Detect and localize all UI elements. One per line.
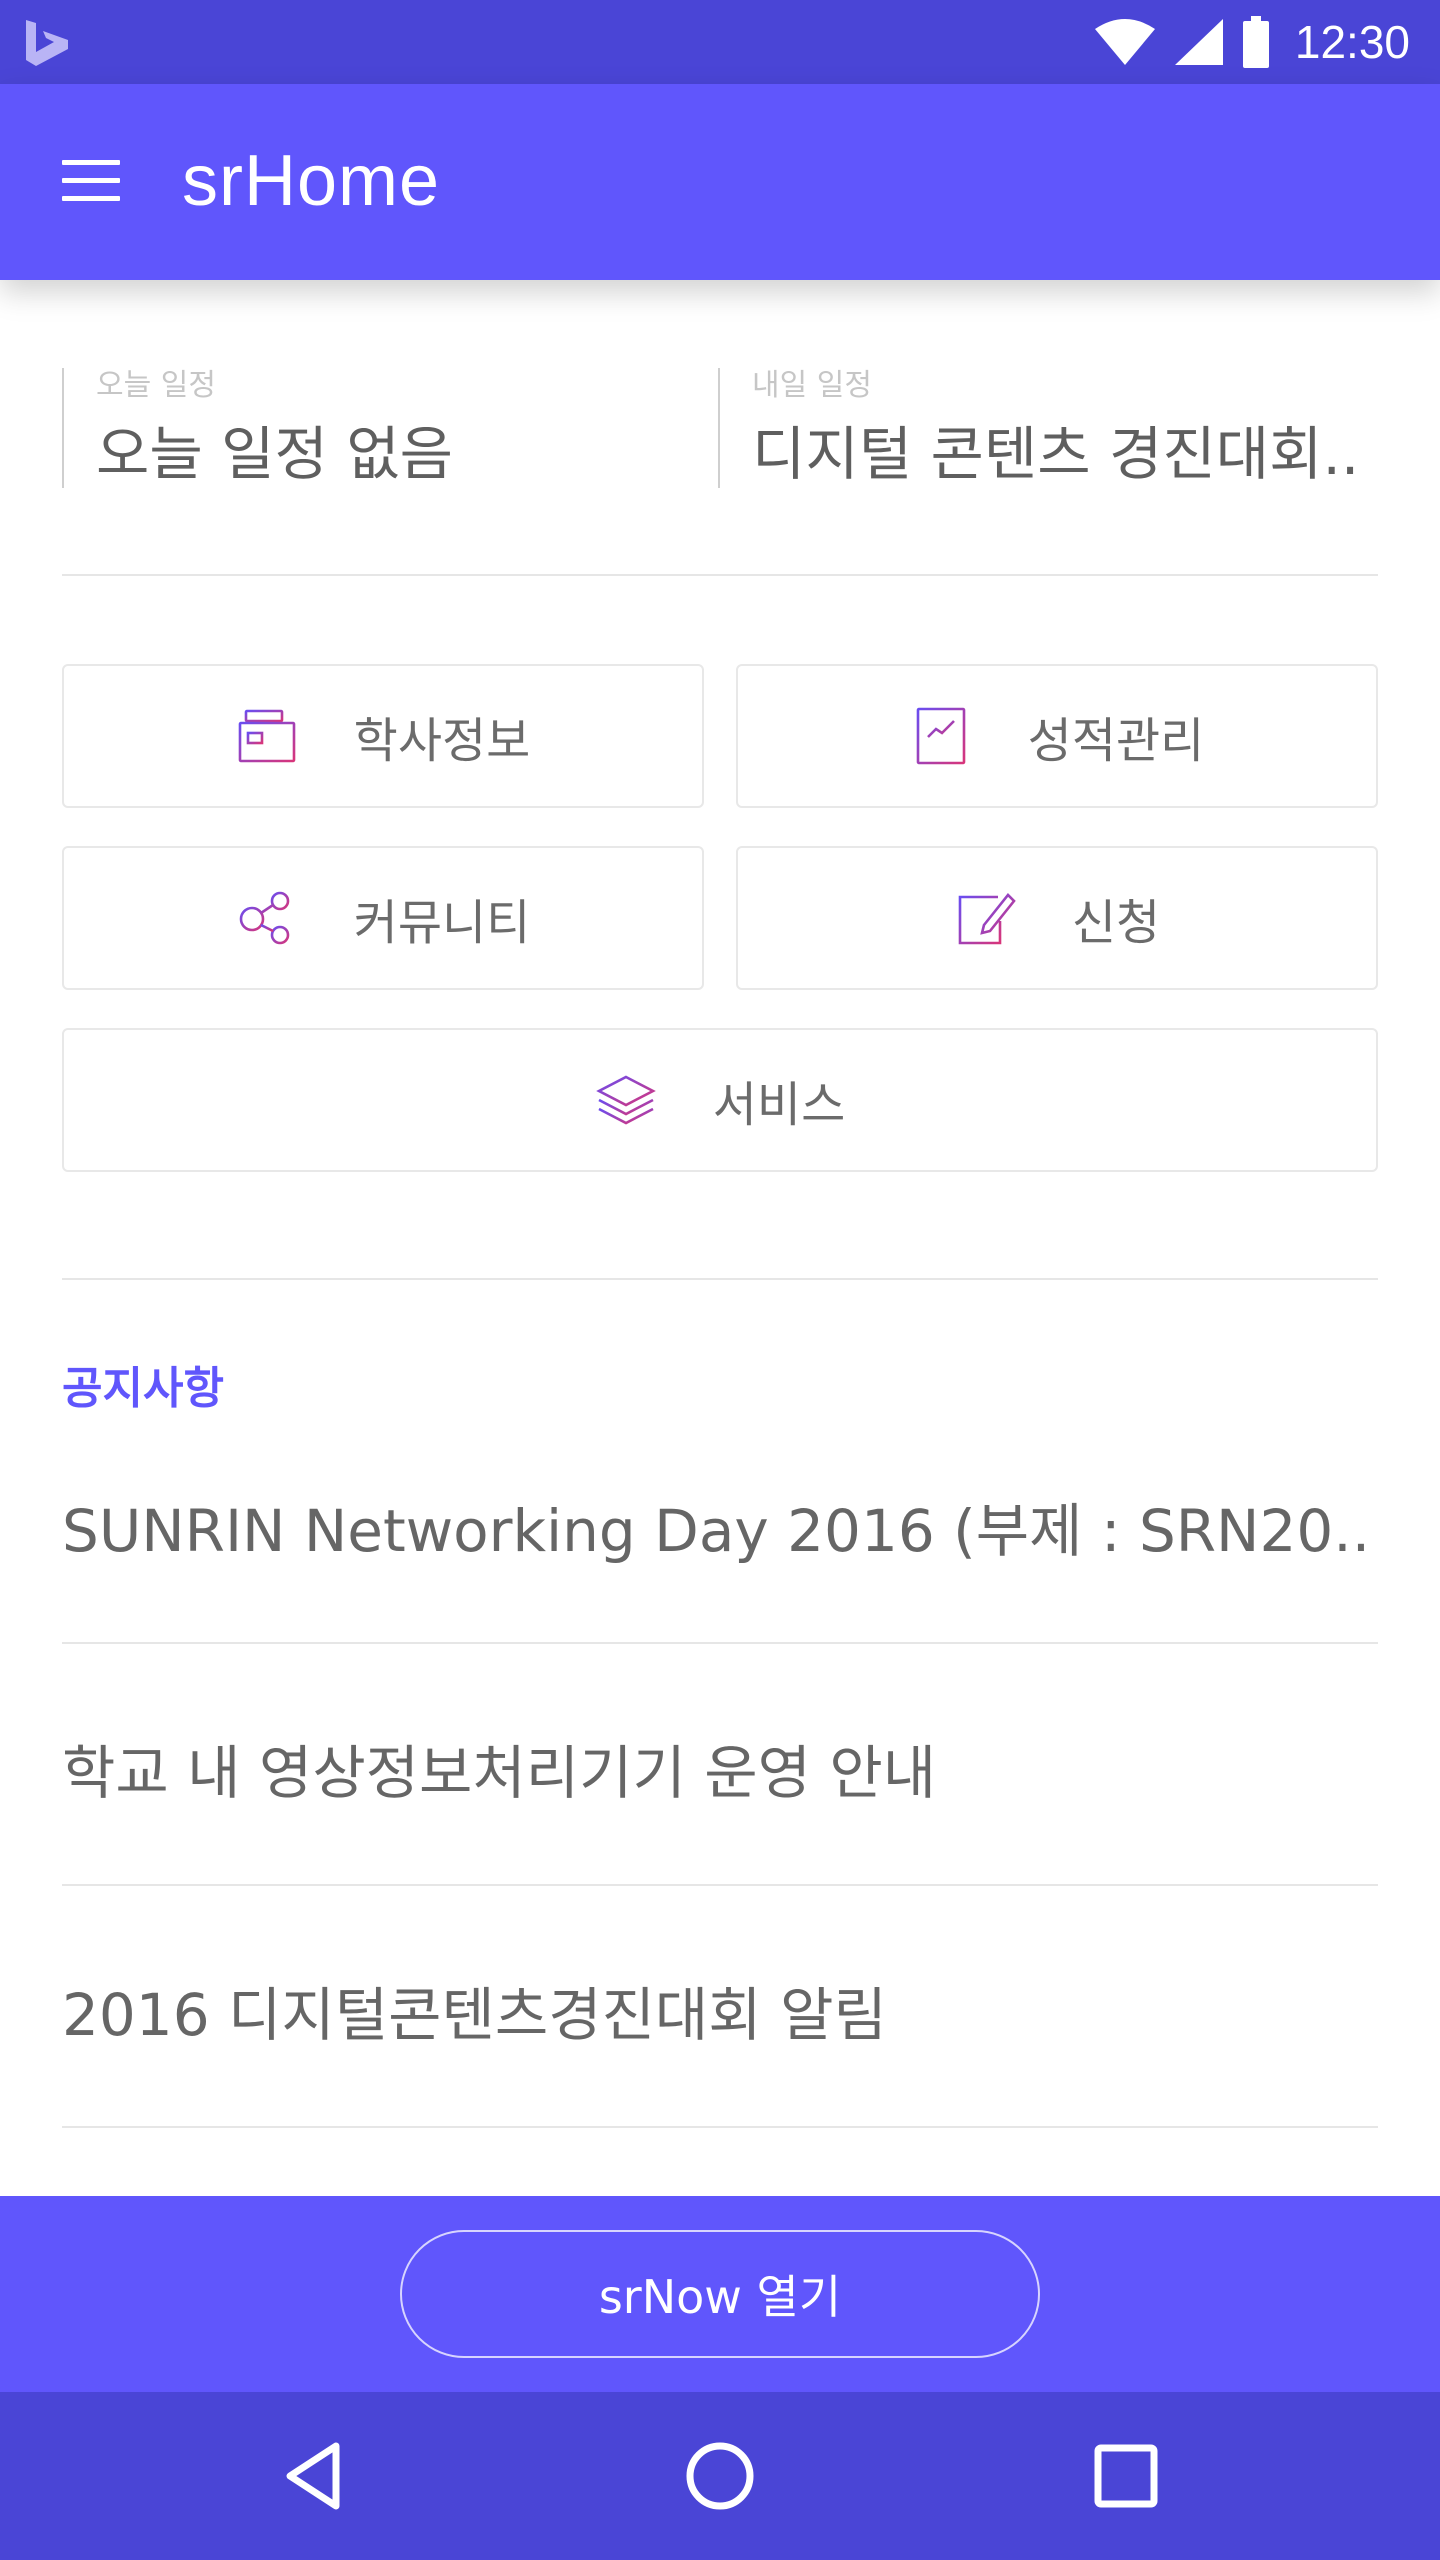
back-icon[interactable] bbox=[270, 2430, 362, 2522]
layers-icon bbox=[595, 1075, 656, 1125]
battery-icon bbox=[1242, 16, 1269, 68]
schedule-summary: 오늘 일정 오늘 일정 없음 내일 일정 디지털 콘텐츠 경진대회.. bbox=[62, 364, 1378, 488]
service-button[interactable]: 서비스 bbox=[62, 1028, 1378, 1172]
status-time: 12:30 bbox=[1294, 16, 1410, 68]
academic-info-button[interactable]: 학사정보 bbox=[62, 664, 704, 808]
divider bbox=[62, 1278, 1378, 1280]
notice-item[interactable]: 학교 내 영상정보처리기기 운영 안내 bbox=[62, 1646, 1378, 1886]
cellular-signal-icon bbox=[1174, 19, 1223, 65]
divider bbox=[62, 574, 1378, 576]
open-srnow-button[interactable]: srNow 열기 bbox=[400, 2230, 1040, 2358]
grades-button[interactable]: 성적관리 bbox=[736, 664, 1378, 808]
today-schedule-value: 오늘 일정 없음 bbox=[96, 420, 454, 488]
service-label: 서비스 bbox=[712, 1077, 846, 1133]
academic-info-label: 학사정보 bbox=[353, 713, 531, 769]
academic-info-icon bbox=[238, 709, 295, 763]
bing-icon bbox=[26, 20, 68, 66]
community-icon bbox=[239, 891, 289, 945]
app-title: srHome bbox=[182, 141, 441, 221]
today-schedule[interactable]: 오늘 일정 오늘 일정 없음 bbox=[62, 368, 716, 488]
bottom-action-bar: srNow 열기 bbox=[0, 2196, 1440, 2392]
notice-item[interactable]: SUNRIN Networking Day 2016 (부제 : SRN20.. bbox=[62, 1404, 1378, 1644]
application-edit-icon bbox=[958, 893, 1016, 945]
tomorrow-schedule-label: 내일 일정 bbox=[752, 368, 872, 403]
recents-icon[interactable] bbox=[1080, 2430, 1172, 2522]
home-icon[interactable] bbox=[674, 2430, 766, 2522]
notice-item-title: SUNRIN Networking Day 2016 (부제 : SRN20.. bbox=[62, 1497, 1371, 1565]
community-button[interactable]: 커뮤니티 bbox=[62, 846, 704, 990]
today-schedule-label: 오늘 일정 bbox=[96, 368, 216, 403]
notice-item-title: 학교 내 영상정보처리기기 운영 안내 bbox=[62, 1739, 937, 1807]
hamburger-menu-icon[interactable] bbox=[62, 160, 120, 204]
system-nav-bar bbox=[0, 2392, 1440, 2560]
grades-label: 성적관리 bbox=[1027, 713, 1205, 769]
notice-item[interactable]: 2016 디지털콘텐츠경진대회 알림 bbox=[62, 1888, 1378, 2128]
status-bar: 12:30 bbox=[0, 0, 1440, 84]
notice-item-title: 2016 디지털콘텐츠경진대회 알림 bbox=[62, 1981, 887, 2049]
application-button[interactable]: 신청 bbox=[736, 846, 1378, 990]
grades-chart-icon bbox=[916, 707, 965, 765]
wifi-icon bbox=[1094, 19, 1155, 65]
tomorrow-schedule-value: 디지털 콘텐츠 경진대회.. bbox=[752, 420, 1360, 488]
community-label: 커뮤니티 bbox=[353, 895, 531, 951]
application-label: 신청 bbox=[1071, 895, 1161, 951]
app-bar: srHome bbox=[0, 84, 1440, 280]
tomorrow-schedule[interactable]: 내일 일정 디지털 콘텐츠 경진대회.. bbox=[718, 368, 1380, 488]
